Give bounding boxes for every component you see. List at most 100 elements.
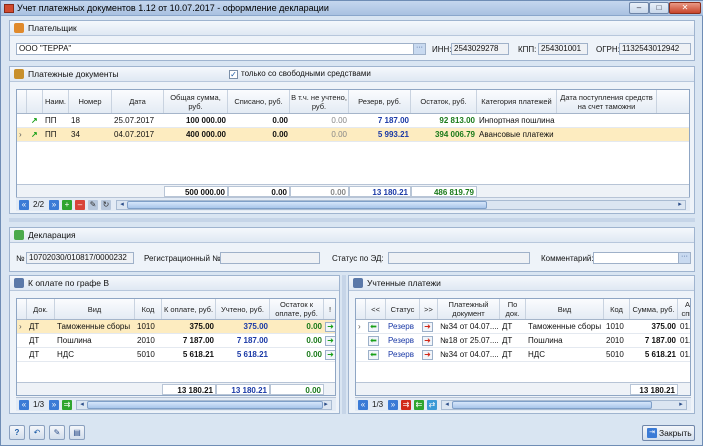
arrow-left-icon[interactable]: ⬅ (368, 322, 379, 332)
col-category[interactable]: Категория платежей (477, 90, 557, 113)
col-arrival[interactable]: Дата поступления средств на счет таможни (557, 90, 657, 113)
col-number[interactable]: Номер (69, 90, 112, 113)
cell-not-counted: 0.00 (331, 130, 347, 139)
row-pointer-icon: › (358, 322, 361, 331)
arrow-right-icon[interactable]: ➜ (325, 350, 335, 360)
declaration-number-label: № (16, 254, 25, 263)
scroll-left-icon[interactable]: ◂ (443, 401, 451, 409)
cell-rest: 0.00 (306, 336, 322, 345)
payer-name-field[interactable]: ООО "ТЕРРА" ··· (16, 43, 426, 55)
payer-select-button[interactable]: ··· (413, 44, 425, 54)
col-extra[interactable]: А спи (678, 299, 690, 319)
col-flag[interactable]: ! (324, 299, 335, 319)
payer-panel: Плательщик ООО "ТЕРРА" ··· ИНН: 25430292… (9, 20, 695, 61)
scroll-right-icon[interactable]: ▸ (676, 201, 684, 209)
delete-icon[interactable]: – (75, 200, 85, 210)
col-total[interactable]: Общая сумма, руб. (164, 90, 228, 113)
sync-icon[interactable]: ⇄ (427, 400, 437, 410)
first-record-icon[interactable]: « (19, 400, 29, 410)
last-record-icon[interactable]: » (49, 200, 59, 210)
to-pay-hscroll[interactable]: ◂ ▸ (76, 400, 332, 410)
cell-number: 18 (71, 116, 80, 125)
payments-hscroll-thumb[interactable] (127, 201, 487, 209)
counted-hscroll-thumb[interactable] (452, 401, 652, 409)
report-icon[interactable]: ▤ (69, 425, 85, 440)
minimize-button[interactable]: – (629, 2, 649, 14)
counted-row[interactable]: ⬅ Резерв ➜ №34 от 04.07.... ДТ НДС 5010 … (356, 348, 690, 362)
to-pay-row[interactable]: ДТ НДС 5010 5 618.21 5 618.21 0.00 ➜ (17, 348, 335, 362)
first-record-icon[interactable]: « (358, 400, 368, 410)
first-record-icon[interactable]: « (19, 200, 29, 210)
cell-doc: ДТ (29, 322, 40, 331)
col-date[interactable]: Дата (112, 90, 164, 113)
close-button[interactable]: ⇥ Закрыть (642, 425, 695, 441)
arrow-right-icon[interactable]: ➜ (325, 336, 335, 346)
arrow-right-icon[interactable]: ➜ (325, 322, 335, 332)
to-pay-row[interactable]: ДТ Пошлина 2010 7 187.00 7 187.00 0.00 ➜ (17, 334, 335, 348)
col-kind[interactable]: Вид (526, 299, 604, 319)
move-all-right-icon[interactable]: ⇉ (62, 400, 72, 410)
scroll-right-icon[interactable]: ▸ (322, 401, 330, 409)
col-reserve[interactable]: Резерв, руб. (349, 90, 411, 113)
last-record-icon[interactable]: » (49, 400, 59, 410)
clean-icon[interactable]: ✎ (49, 425, 65, 440)
cell-kind: НДС (528, 350, 545, 359)
col-by-doc[interactable]: По док. (500, 299, 526, 319)
cell-reserve: 7 187.00 (377, 116, 409, 125)
arrow-left-icon[interactable]: ⬅ (368, 350, 379, 360)
app-icon (4, 4, 14, 13)
vertical-splitter[interactable] (342, 275, 346, 414)
total-sum: 500 000.00 (164, 186, 228, 197)
add-icon[interactable]: + (62, 200, 72, 210)
close-window-button[interactable]: ✕ (669, 2, 701, 14)
to-pay-row[interactable]: › ДТ Таможенные сборы 1010 375.00 375.00… (17, 320, 335, 334)
arrow-left-icon[interactable]: ⬅ (368, 336, 379, 346)
col-kind[interactable]: Вид (55, 299, 135, 319)
counted-row[interactable]: › ⬅ Резерв ➜ №34 от 04.07.... ДТ Таможен… (356, 320, 690, 334)
last-record-icon[interactable]: » (388, 400, 398, 410)
arrow-right-red-icon[interactable]: ➜ (422, 336, 433, 346)
remove-all-icon[interactable]: ⇉ (401, 400, 411, 410)
col-written[interactable]: Списано, руб. (228, 90, 290, 113)
col-payment-doc[interactable]: Платежный документ (438, 299, 500, 319)
col-not-counted[interactable]: В т.ч. не учтено, руб. (290, 90, 349, 113)
ogrn-field: 1132543012942 (619, 43, 691, 55)
help-icon[interactable]: ? (9, 425, 25, 440)
col-rest[interactable]: Остаток, руб. (411, 90, 477, 113)
comment-field[interactable]: ··· (593, 252, 691, 264)
cell-code: 2010 (606, 336, 624, 345)
payments-hscroll[interactable]: ◂ ▸ (116, 200, 686, 210)
col-sum[interactable]: Сумма, руб. (630, 299, 678, 319)
col-rest[interactable]: Остаток к оплате, руб. (270, 299, 324, 319)
horizontal-splitter[interactable] (9, 218, 695, 222)
col-move-left[interactable]: << (366, 299, 386, 319)
col-doc[interactable]: Док. (27, 299, 55, 319)
return-all-icon[interactable]: ⇇ (414, 400, 424, 410)
scroll-left-icon[interactable]: ◂ (78, 401, 86, 409)
counted-row[interactable]: ⬅ Резерв ➜ №18 от 25.07.... ДТ Пошлина 2… (356, 334, 690, 348)
counted-hscroll[interactable]: ◂ ▸ (441, 400, 687, 410)
scroll-left-icon[interactable]: ◂ (118, 201, 126, 209)
cell-category: Авансовые платежи (479, 130, 554, 139)
maximize-button[interactable]: □ (649, 2, 669, 14)
cell-to-pay: 7 187.00 (182, 336, 214, 345)
scroll-right-icon[interactable]: ▸ (677, 401, 685, 409)
col-status[interactable]: Статус (386, 299, 420, 319)
only-free-checkbox[interactable]: ✓ (229, 70, 238, 79)
payment-row[interactable]: ↗ ПП 18 25.07.2017 100 000.00 0.00 0.00 … (17, 114, 689, 128)
payment-row[interactable]: › ↗ ПП 34 04.07.2017 400 000.00 0.00 0.0… (17, 128, 689, 142)
refresh-icon[interactable]: ↻ (101, 200, 111, 210)
edit-icon[interactable]: ✎ (88, 200, 98, 210)
to-pay-hscroll-thumb[interactable] (87, 401, 323, 409)
arrow-right-red-icon[interactable]: ➜ (422, 350, 433, 360)
comment-edit-button[interactable]: ··· (678, 253, 690, 263)
col-code[interactable]: Код (604, 299, 630, 319)
col-name[interactable]: Наим. (43, 90, 69, 113)
col-move-right[interactable]: >> (420, 299, 438, 319)
arrow-right-red-icon[interactable]: ➜ (422, 322, 433, 332)
undo-icon[interactable]: ↶ (29, 425, 45, 440)
col-code[interactable]: Код (135, 299, 162, 319)
col-to-pay[interactable]: К оплате, руб. (162, 299, 216, 319)
col-counted[interactable]: Учтено, руб. (216, 299, 270, 319)
declaration-number-field: 10702030/010817/0000232 (26, 252, 134, 264)
